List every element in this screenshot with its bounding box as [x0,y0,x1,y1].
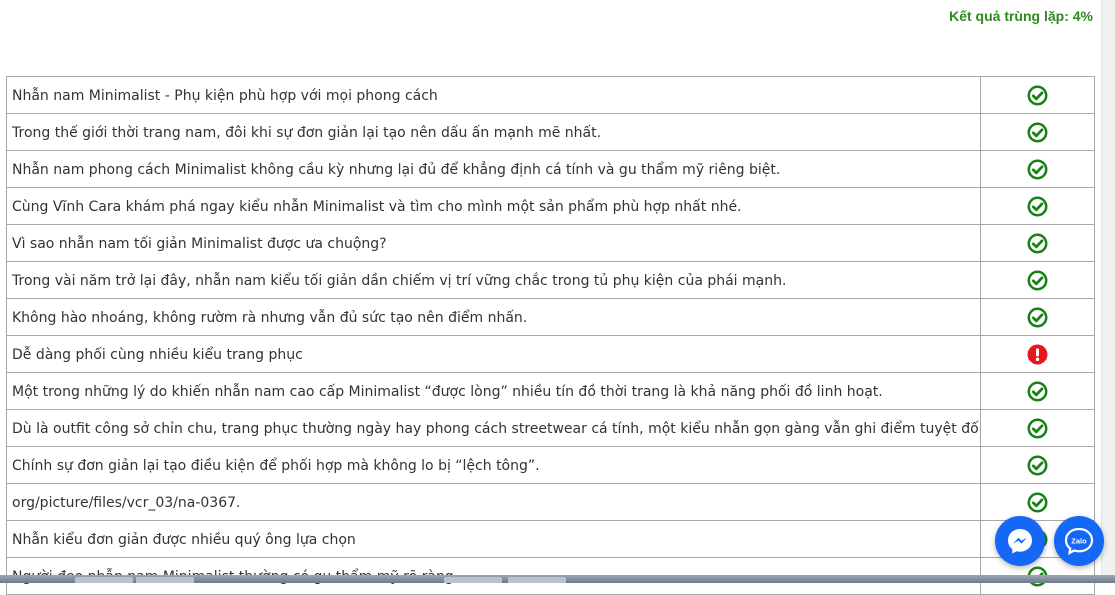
result-row: Nhẫn kiểu đơn giản được nhiều quý ông lự… [6,520,1095,558]
vertical-scrollbar[interactable] [1101,0,1115,583]
duplicate-result-summary: Kết quả trùng lặp: 4% [949,8,1093,24]
check-circle-icon[interactable] [1027,196,1048,217]
result-row: Dù là outfit công sở chỉn chu, trang phụ… [6,409,1095,447]
messenger-icon [1008,529,1032,554]
messenger-button[interactable] [995,516,1045,566]
status-cell [980,187,1095,225]
zalo-label: Zalo [1071,537,1087,546]
sentence-text: Vì sao nhẫn nam tối giản Minimalist được… [6,224,981,262]
sentence-text: Nhẫn nam Minimalist - Phụ kiện phù hợp v… [6,76,981,114]
result-row: Một trong những lý do khiến nhẫn nam cao… [6,372,1095,410]
check-circle-icon[interactable] [1027,122,1048,143]
check-circle-icon[interactable] [1027,307,1048,328]
exclamation-circle-icon[interactable] [1027,344,1048,365]
status-cell [980,446,1095,484]
sentence-text: Nhẫn nam phong cách Minimalist không cầu… [6,150,981,188]
status-cell [980,335,1095,373]
status-cell [980,372,1095,410]
status-cell [980,483,1095,521]
taskbar-item[interactable] [136,577,194,583]
result-row: Trong thế giới thời trang nam, đôi khi s… [6,113,1095,151]
check-circle-icon[interactable] [1027,85,1048,106]
result-row: Vì sao nhẫn nam tối giản Minimalist được… [6,224,1095,262]
status-cell [980,298,1095,336]
sentence-text: Chính sự đơn giản lại tạo điều kiện để p… [6,446,981,484]
check-circle-icon[interactable] [1027,270,1048,291]
result-row: Cùng Vĩnh Cara khám phá ngay kiểu nhẫn M… [6,187,1095,225]
check-circle-icon[interactable] [1027,159,1048,180]
status-cell [980,409,1095,447]
sentence-text: Cùng Vĩnh Cara khám phá ngay kiểu nhẫn M… [6,187,981,225]
status-cell [980,261,1095,299]
result-row: Nhẫn nam Minimalist - Phụ kiện phù hợp v… [6,76,1095,114]
sentence-text: Nhẫn kiểu đơn giản được nhiều quý ông lự… [6,520,981,558]
plagiarism-results-table: Nhẫn nam Minimalist - Phụ kiện phù hợp v… [6,76,1095,595]
result-row: Không hào nhoáng, không rườm rà nhưng vẫ… [6,298,1095,336]
check-circle-icon[interactable] [1027,381,1048,402]
result-row: Chính sự đơn giản lại tạo điều kiện để p… [6,446,1095,484]
result-row: Nhẫn nam phong cách Minimalist không cầu… [6,150,1095,188]
zalo-button[interactable]: Zalo [1054,516,1104,566]
sentence-text: Dễ dàng phối cùng nhiều kiểu trang phục [6,335,981,373]
result-row: Trong vài năm trở lại đây, nhẫn nam kiểu… [6,261,1095,299]
status-cell [980,224,1095,262]
taskbar-item[interactable] [444,577,502,583]
sentence-text: org/picture/files/vcr_03/na-0367. [6,483,981,521]
taskbar-item[interactable] [75,577,133,583]
check-circle-icon[interactable] [1027,233,1048,254]
result-row: Dễ dàng phối cùng nhiều kiểu trang phục [6,335,1095,373]
sentence-text: Trong vài năm trở lại đây, nhẫn nam kiểu… [6,261,981,299]
zalo-icon: Zalo [1064,527,1094,556]
os-taskbar [0,575,1115,583]
status-cell [980,150,1095,188]
sentence-text: Trong thế giới thời trang nam, đôi khi s… [6,113,981,151]
status-cell [980,113,1095,151]
check-circle-icon[interactable] [1027,418,1048,439]
result-row: org/picture/files/vcr_03/na-0367. [6,483,1095,521]
sentence-text: Dù là outfit công sở chỉn chu, trang phụ… [6,409,981,447]
check-circle-icon[interactable] [1027,492,1048,513]
check-circle-icon[interactable] [1027,455,1048,476]
results-table-body: Nhẫn nam Minimalist - Phụ kiện phù hợp v… [6,76,1095,595]
sentence-text: Một trong những lý do khiến nhẫn nam cao… [6,372,981,410]
status-cell [980,76,1095,114]
taskbar-item[interactable] [508,577,566,583]
sentence-text: Không hào nhoáng, không rườm rà nhưng vẫ… [6,298,981,336]
